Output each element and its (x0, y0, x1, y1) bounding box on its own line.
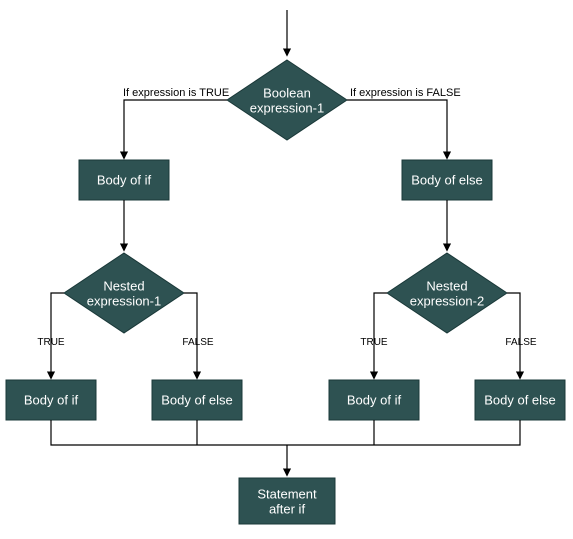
decision-nested-1: Nested expression-1 (64, 253, 184, 333)
final-line2: after if (269, 501, 306, 516)
label-n2-false: FALSE (505, 337, 536, 348)
arrow-top-false (347, 100, 447, 158)
arrow-top-true (124, 100, 227, 158)
decision-text-line1: Boolean (263, 85, 311, 100)
n1-else-text: Body of else (161, 392, 233, 407)
box-n1-body-else: Body of else (152, 380, 242, 420)
nested2-line2: expression-2 (410, 293, 484, 308)
n1-if-text: Body of if (24, 392, 79, 407)
box-statement-after-if: Statement after if (239, 478, 335, 524)
box-n2-body-else: Body of else (475, 380, 565, 420)
label-n1-true: TRUE (37, 337, 65, 348)
arrow-n2-false (507, 293, 520, 378)
box-body-of-if: Body of if (79, 160, 169, 200)
decision-boolean-expression-1: Boolean expression-1 (227, 60, 347, 140)
arrow-n2-true (374, 293, 387, 378)
box-n1-body-if: Body of if (6, 380, 96, 420)
decision-nested-2: Nested expression-2 (387, 253, 507, 333)
arrow-n1-true (51, 293, 64, 378)
final-line1: Statement (257, 486, 317, 501)
nested1-line1: Nested (103, 278, 144, 293)
decision-text-line2: expression-1 (250, 100, 324, 115)
label-false-expr: If expression is FALSE (350, 87, 461, 99)
box-n2-body-if: Body of if (329, 380, 419, 420)
nested1-line2: expression-1 (87, 293, 161, 308)
label-n2-true: TRUE (360, 337, 388, 348)
label-n1-false: FALSE (182, 337, 213, 348)
merge-1 (51, 420, 287, 445)
n2-if-text: Body of if (347, 392, 402, 407)
n2-else-text: Body of else (484, 392, 556, 407)
nested2-line1: Nested (426, 278, 467, 293)
body-else-text: Body of else (411, 172, 483, 187)
body-if-text: Body of if (97, 172, 152, 187)
arrow-n1-false (184, 293, 197, 378)
label-true-expr: If expression is TRUE (123, 87, 229, 99)
merge-4 (287, 420, 520, 445)
box-body-of-else: Body of else (402, 160, 492, 200)
